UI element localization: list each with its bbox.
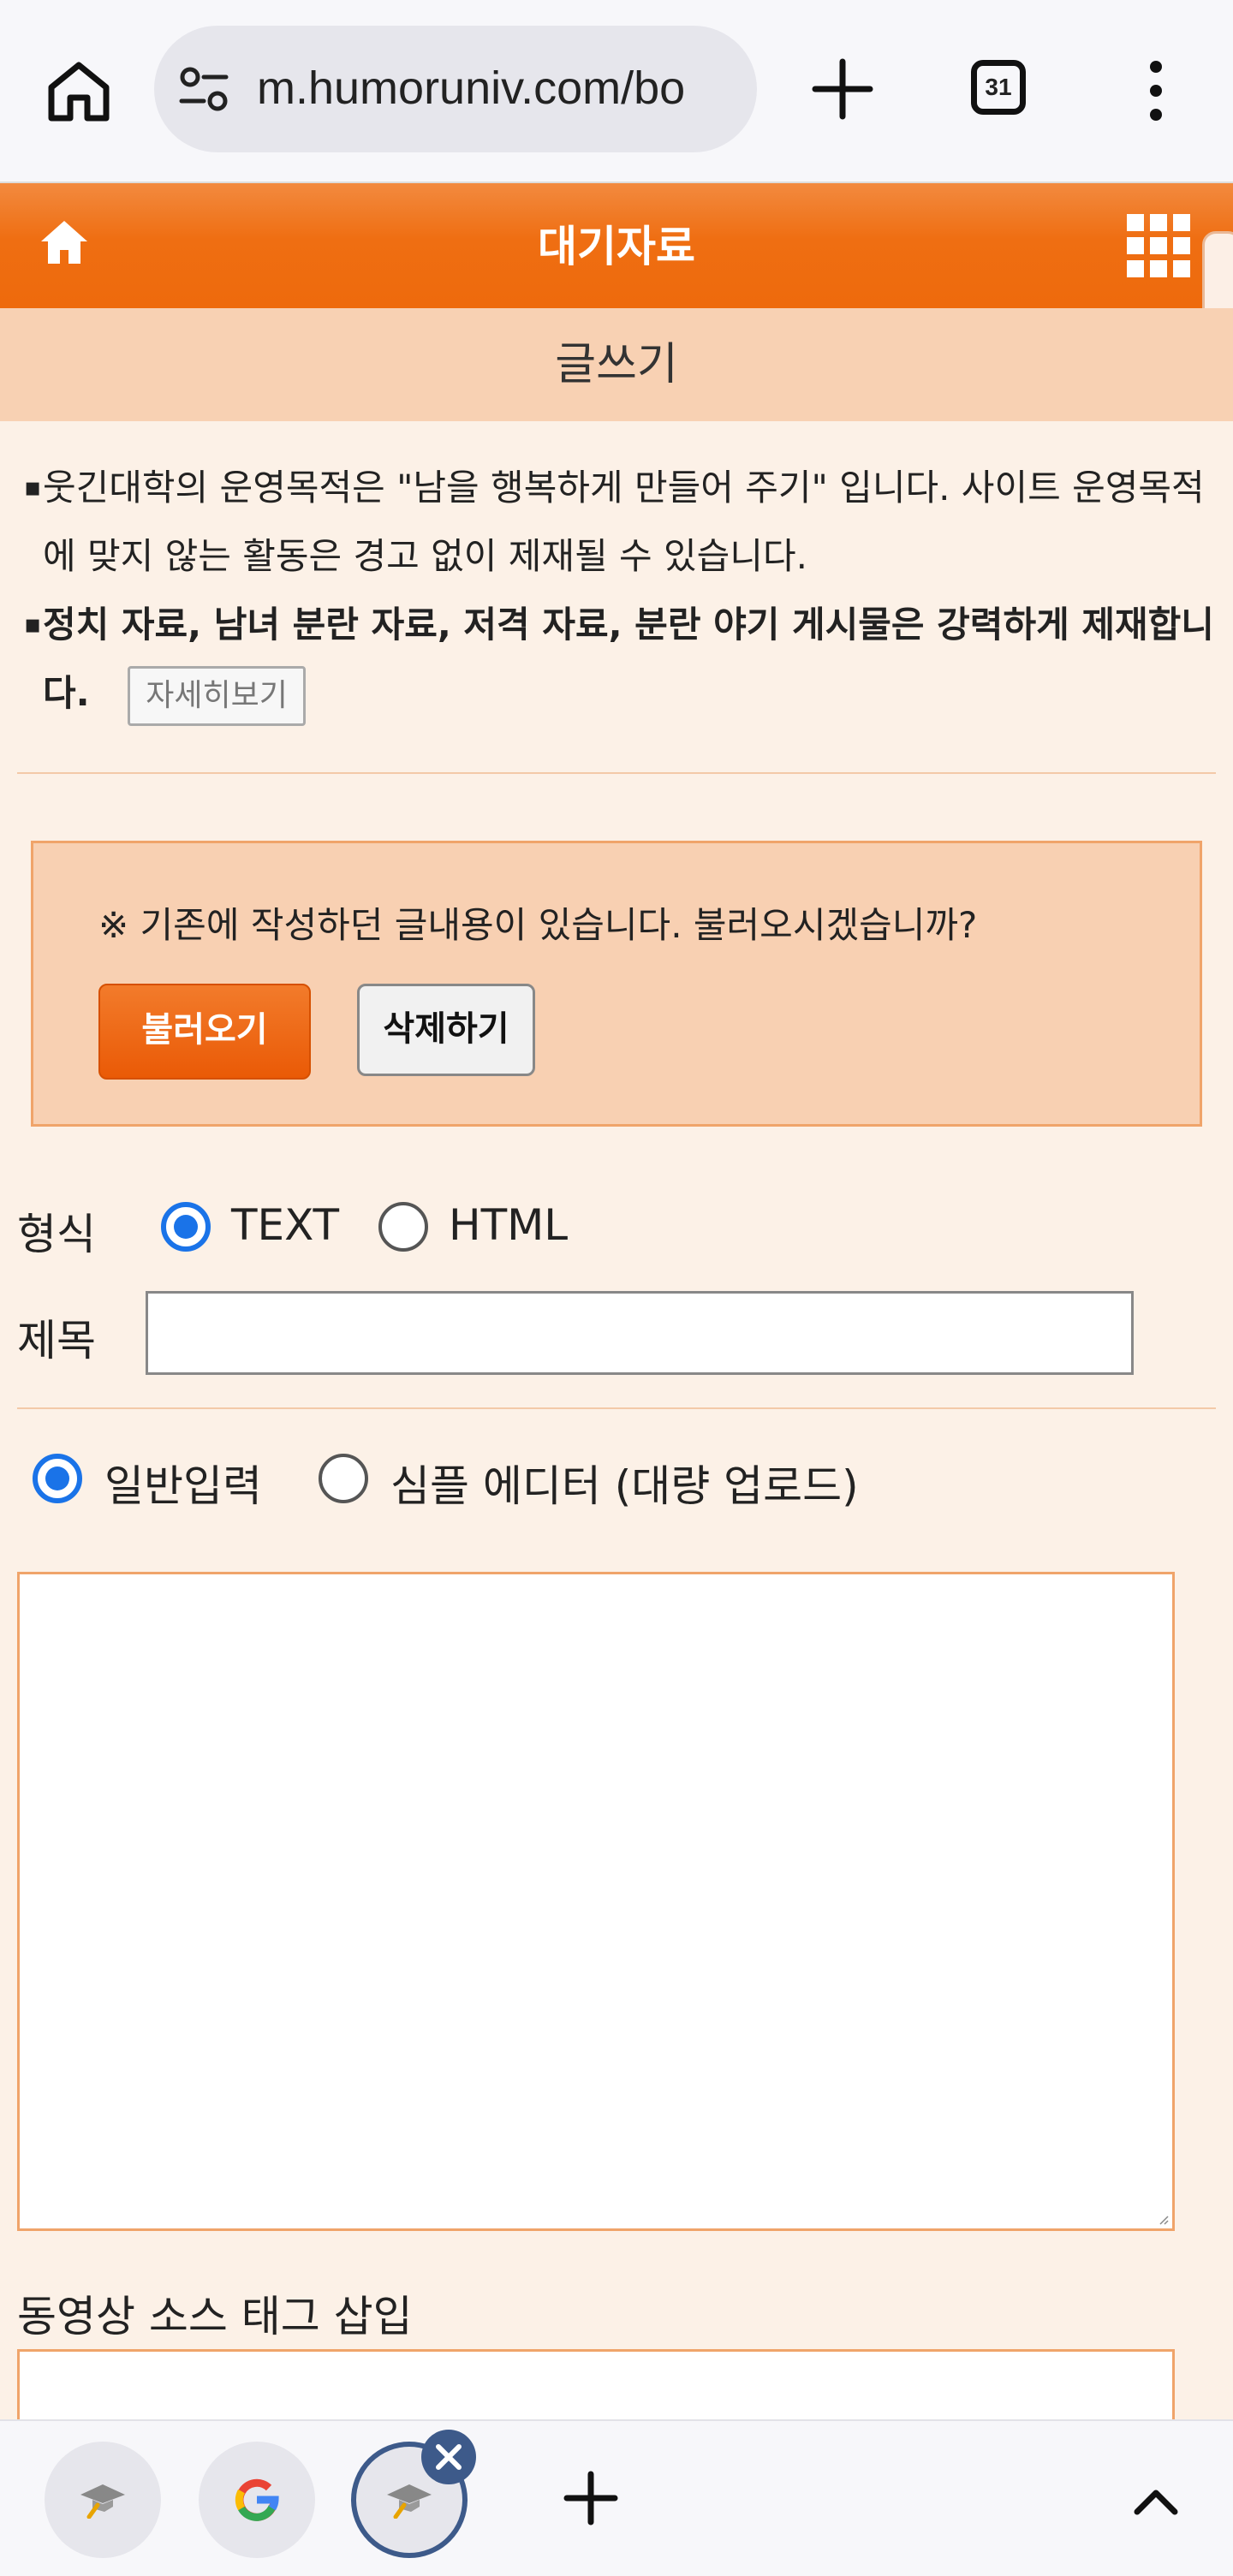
browser-toolbar: m.humoruniv.com/bo 31 — [0, 0, 1233, 183]
format-text-label[interactable]: TEXT — [231, 1200, 339, 1250]
title-label: 제목 — [17, 1316, 96, 1365]
input-mode-editor-radio[interactable] — [319, 1454, 368, 1503]
close-icon — [436, 2444, 462, 2470]
resize-grip-icon[interactable] — [1159, 2215, 1169, 2225]
humoruniv-favicon-icon — [387, 2484, 432, 2519]
url-text[interactable]: m.humoruniv.com/bo — [257, 62, 685, 115]
draft-restore-box: ※ 기존에 작성하던 글내용이 있습니다. 불러오시겠습니까? 불러오기 삭제하… — [31, 841, 1202, 1127]
add-tab-icon[interactable] — [563, 2471, 618, 2525]
address-bar[interactable]: m.humoruniv.com/bo — [154, 26, 757, 152]
home-icon[interactable] — [45, 58, 113, 123]
bullet-icon: ▪ — [24, 473, 42, 503]
chevron-up-icon[interactable] — [1130, 2484, 1182, 2519]
divider — [17, 772, 1216, 774]
delete-draft-button[interactable]: 삭제하기 — [357, 984, 535, 1076]
video-tag-label: 동영상 소스 태그 삽입 — [17, 2292, 413, 2341]
format-html-label[interactable]: HTML — [449, 1200, 568, 1250]
input-mode-normal-label[interactable]: 일반입력 — [104, 1452, 262, 1514]
content-textarea[interactable] — [17, 1572, 1175, 2231]
notice-line: ▪ 웃긴대학의 운영목적은 "남을 행복하게 만들어 주기" 입니다. 사이트 … — [17, 454, 1216, 591]
bullet-icon: ▪ — [24, 610, 42, 640]
menu-grid-icon[interactable] — [1125, 212, 1192, 279]
more-menu-icon[interactable] — [1139, 60, 1173, 122]
divider — [17, 1407, 1216, 1409]
tab-google[interactable] — [199, 2442, 315, 2558]
draft-message: ※ 기존에 작성하던 글내용이 있습니다. 불러오시겠습니까? — [98, 904, 978, 946]
tab-switcher-button[interactable]: 31 — [971, 60, 1026, 115]
google-favicon-icon — [235, 2478, 279, 2521]
tab-humoruniv[interactable] — [45, 2442, 161, 2558]
notice-line-warning: ▪ 정치 자료, 남녀 분란 자료, 저격 자료, 분란 야기 게시물은 강력하… — [17, 591, 1216, 728]
input-mode-normal-radio[interactable] — [33, 1454, 82, 1503]
new-tab-icon[interactable] — [808, 55, 877, 123]
notice-section: ▪ 웃긴대학의 운영목적은 "남을 행복하게 만들어 주기" 입니다. 사이트 … — [17, 454, 1216, 728]
title-input[interactable] — [146, 1291, 1134, 1375]
close-tab-button[interactable] — [421, 2430, 476, 2484]
page-title: 글쓰기 — [0, 308, 1233, 421]
notice-text: 웃긴대학의 운영목적은 "남을 행복하게 만들어 주기" 입니다. 사이트 운영… — [43, 467, 1205, 577]
humoruniv-favicon-icon — [80, 2484, 125, 2519]
detail-button[interactable]: 자세히보기 — [128, 665, 306, 726]
format-text-radio[interactable] — [161, 1202, 211, 1252]
tab-strip — [0, 2419, 1233, 2576]
site-header: 대기자료 — [0, 183, 1233, 356]
board-title: 대기자료 — [538, 222, 695, 271]
site-settings-icon[interactable] — [178, 65, 229, 113]
input-mode-editor-label[interactable]: 심플 에디터 (대량 업로드) — [390, 1452, 859, 1514]
format-html-radio[interactable] — [378, 1202, 428, 1252]
load-draft-button[interactable]: 불러오기 — [98, 984, 311, 1080]
format-label: 형식 — [17, 1210, 96, 1259]
